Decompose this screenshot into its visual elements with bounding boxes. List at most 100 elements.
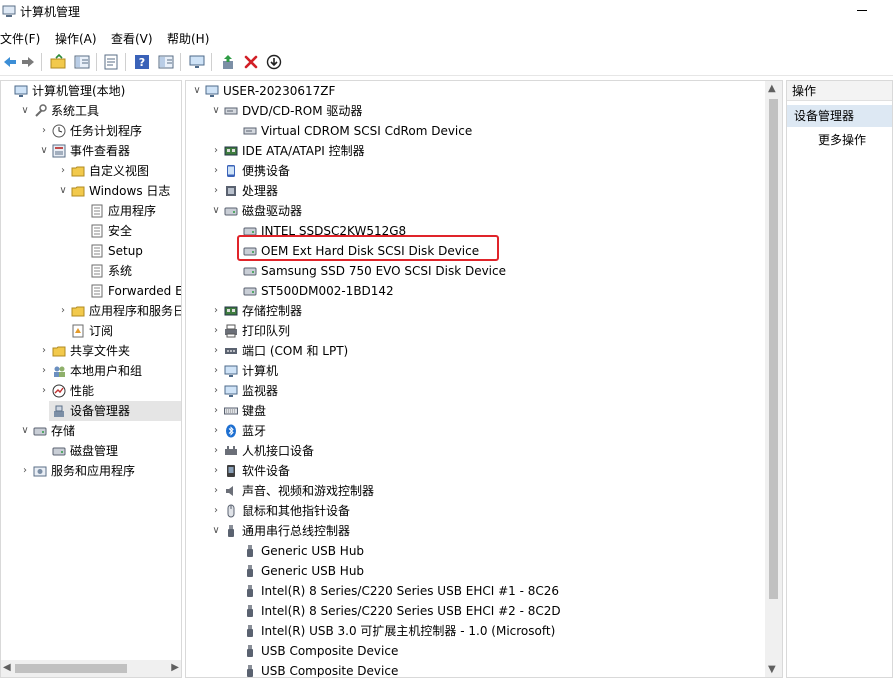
- expand-chevron-icon[interactable]: ›: [211, 481, 221, 501]
- expand-chevron-icon[interactable]: ›: [211, 461, 221, 481]
- properties-icon[interactable]: [101, 52, 121, 72]
- nav-tree-item[interactable]: › 任务计划程序: [1, 121, 181, 141]
- expand-chevron-icon[interactable]: ›: [211, 141, 221, 161]
- up-folder-icon[interactable]: [48, 52, 68, 72]
- nav-tree-item[interactable]: Setup: [1, 241, 181, 261]
- device-tree-item[interactable]: › 软件设备: [186, 461, 765, 481]
- nav-tree-item[interactable]: ∨ 存储: [1, 421, 181, 441]
- expand-chevron-icon[interactable]: ›: [211, 501, 221, 521]
- device-tree-item[interactable]: ∨ 磁盘驱动器: [186, 201, 765, 221]
- help-icon[interactable]: ?: [132, 52, 152, 72]
- scrollbar-thumb[interactable]: [15, 664, 127, 673]
- scroll-left-icon[interactable]: ◀: [3, 662, 11, 673]
- expand-chevron-icon[interactable]: ›: [211, 321, 221, 341]
- device-tree-item[interactable]: › 存储控制器: [186, 301, 765, 321]
- nav-tree-item[interactable]: ∨ 系统工具: [1, 101, 181, 121]
- expand-chevron-icon[interactable]: ›: [58, 301, 68, 321]
- expand-chevron-icon[interactable]: ›: [211, 181, 221, 201]
- scrollbar-thumb[interactable]: [769, 99, 778, 599]
- device-tree-item[interactable]: › 计算机: [186, 361, 765, 381]
- expand-chevron-icon[interactable]: ›: [58, 161, 68, 181]
- collapse-chevron-icon[interactable]: ∨: [192, 81, 202, 101]
- device-tree-item[interactable]: › 鼠标和其他指针设备: [186, 501, 765, 521]
- expand-chevron-icon[interactable]: ›: [39, 381, 49, 401]
- nav-tree-item[interactable]: ∨ Windows 日志: [1, 181, 181, 201]
- uninstall-icon[interactable]: [241, 52, 261, 72]
- horizontal-scrollbar[interactable]: ◀ ▶: [1, 660, 181, 677]
- collapse-chevron-icon[interactable]: ∨: [211, 521, 221, 541]
- nav-tree-item[interactable]: 应用程序: [1, 201, 181, 221]
- device-tree-item[interactable]: Generic USB Hub: [186, 561, 765, 581]
- menu-view[interactable]: 查看(V): [111, 30, 153, 47]
- expand-chevron-icon[interactable]: ›: [39, 341, 49, 361]
- show-hide-tree-icon[interactable]: [72, 52, 92, 72]
- scroll-down-icon[interactable]: ▼: [768, 664, 776, 675]
- collapse-chevron-icon[interactable]: ∨: [20, 101, 30, 121]
- expand-chevron-icon[interactable]: ›: [211, 401, 221, 421]
- vertical-scrollbar[interactable]: ▲ ▼: [765, 81, 782, 677]
- device-tree-item[interactable]: › 键盘: [186, 401, 765, 421]
- nav-tree-item[interactable]: › 本地用户和组: [1, 361, 181, 381]
- collapse-chevron-icon[interactable]: ∨: [211, 201, 221, 221]
- device-tree-item[interactable]: ∨ DVD/CD-ROM 驱动器: [186, 101, 765, 121]
- update-driver-icon[interactable]: [218, 52, 238, 72]
- device-tree-item[interactable]: USB Composite Device: [186, 641, 765, 661]
- nav-tree-item[interactable]: › 共享文件夹: [1, 341, 181, 361]
- menu-action[interactable]: 操作(A): [55, 30, 97, 47]
- device-tree-item[interactable]: Samsung SSD 750 EVO SCSI Disk Device: [186, 261, 765, 281]
- expand-chevron-icon[interactable]: ›: [39, 121, 49, 141]
- disable-device-icon[interactable]: [264, 52, 284, 72]
- back-arrow-icon[interactable]: [0, 52, 20, 72]
- device-tree-item[interactable]: Virtual CDROM SCSI CdRom Device: [186, 121, 765, 141]
- expand-chevron-icon[interactable]: ›: [39, 361, 49, 381]
- device-tree-item[interactable]: Intel(R) USB 3.0 可扩展主机控制器 - 1.0 (Microso…: [186, 621, 765, 641]
- scroll-right-icon[interactable]: ▶: [171, 662, 179, 673]
- nav-tree-item[interactable]: › 应用程序和服务日志: [1, 301, 181, 321]
- device-tree-item[interactable]: › 打印队列: [186, 321, 765, 341]
- device-tree-item[interactable]: Generic USB Hub: [186, 541, 765, 561]
- collapse-chevron-icon[interactable]: ∨: [211, 101, 221, 121]
- menu-help[interactable]: 帮助(H): [167, 30, 209, 47]
- expand-chevron-icon[interactable]: ›: [211, 421, 221, 441]
- device-tree-item[interactable]: ∨ 通用串行总线控制器: [186, 521, 765, 541]
- device-tree-item[interactable]: › 声音、视频和游戏控制器: [186, 481, 765, 501]
- collapse-chevron-icon[interactable]: ∨: [20, 421, 30, 441]
- device-tree-item[interactable]: USB Composite Device: [186, 661, 765, 677]
- device-tree-item[interactable]: › 便携设备: [186, 161, 765, 181]
- expand-chevron-icon[interactable]: ›: [211, 301, 221, 321]
- expand-chevron-icon[interactable]: ›: [211, 161, 221, 181]
- device-tree-item[interactable]: Intel(R) 8 Series/C220 Series USB EHCI #…: [186, 581, 765, 601]
- forward-arrow-icon[interactable]: [18, 52, 38, 72]
- minimize-button[interactable]: [850, 0, 874, 20]
- nav-tree-item[interactable]: 安全: [1, 221, 181, 241]
- nav-tree-item[interactable]: ∨ 事件查看器: [1, 141, 181, 161]
- expand-chevron-icon[interactable]: ›: [20, 461, 30, 481]
- device-tree-item[interactable]: › 端口 (COM 和 LPT): [186, 341, 765, 361]
- device-tree-item[interactable]: › 蓝牙: [186, 421, 765, 441]
- device-tree-item[interactable]: Intel(R) 8 Series/C220 Series USB EHCI #…: [186, 601, 765, 621]
- monitor-icon[interactable]: [187, 52, 207, 72]
- nav-tree-item[interactable]: 订阅: [1, 321, 181, 341]
- scroll-up-icon[interactable]: ▲: [768, 83, 776, 94]
- nav-tree-item[interactable]: › 性能: [1, 381, 181, 401]
- expand-chevron-icon[interactable]: ›: [211, 341, 221, 361]
- nav-tree-item[interactable]: › 服务和应用程序: [1, 461, 181, 481]
- nav-tree-item[interactable]: 计算机管理(本地): [1, 81, 181, 101]
- expand-chevron-icon[interactable]: ›: [211, 361, 221, 381]
- device-tree-item[interactable]: › 监视器: [186, 381, 765, 401]
- more-actions-link[interactable]: 更多操作: [818, 131, 866, 148]
- collapse-chevron-icon[interactable]: ∨: [58, 181, 68, 201]
- nav-tree-item[interactable]: 系统: [1, 261, 181, 281]
- device-tree-item[interactable]: › 人机接口设备: [186, 441, 765, 461]
- help-topics-icon[interactable]: [156, 52, 176, 72]
- nav-tree-item[interactable]: Forwarded Eve: [1, 281, 181, 301]
- nav-tree-item[interactable]: 设备管理器: [49, 401, 181, 421]
- menu-file[interactable]: 文件(F): [0, 30, 40, 47]
- collapse-chevron-icon[interactable]: ∨: [39, 141, 49, 161]
- nav-tree-item[interactable]: › 自定义视图: [1, 161, 181, 181]
- nav-tree-item[interactable]: 磁盘管理: [1, 441, 181, 461]
- device-tree-item[interactable]: › 处理器: [186, 181, 765, 201]
- expand-chevron-icon[interactable]: ›: [211, 381, 221, 401]
- expand-chevron-icon[interactable]: ›: [211, 441, 221, 461]
- actions-section-device-manager[interactable]: 设备管理器: [787, 105, 892, 127]
